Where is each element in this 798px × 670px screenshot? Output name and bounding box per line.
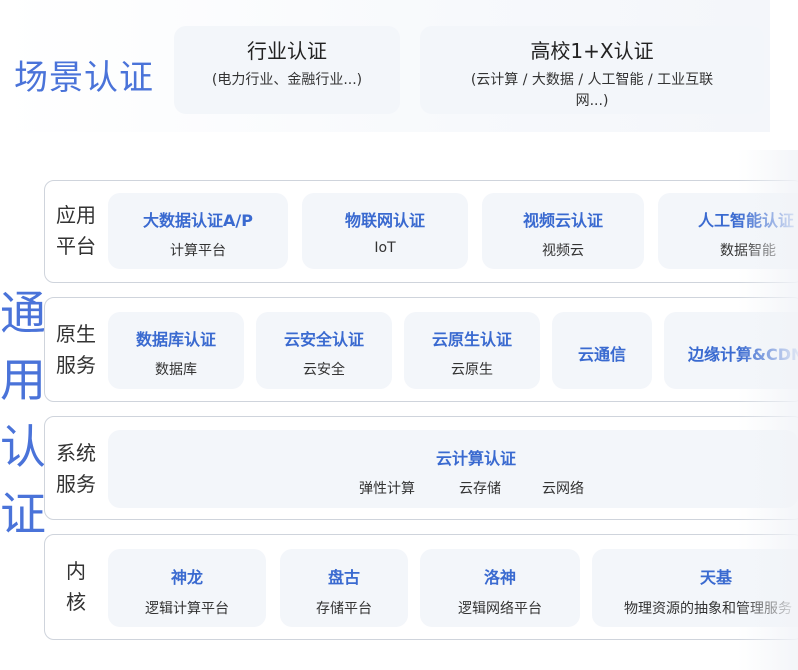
cloud-storage-label: 云存储 xyxy=(459,481,501,497)
row-label-line: 应用 xyxy=(56,203,96,227)
database-certification-card[interactable]: 数据库认证 数据库 xyxy=(108,312,244,389)
general-certification-char: 证 xyxy=(0,487,46,541)
cloud-network-label: 云网络 xyxy=(542,481,584,497)
card-title: 洛神 xyxy=(483,568,516,587)
university-1x-certification-title: 高校1+X认证 xyxy=(530,39,654,63)
card-title: 数据库认证 xyxy=(135,330,216,349)
general-certification-char: 用 xyxy=(0,353,46,407)
industry-certification-desc: (电力行业、金融行业...) xyxy=(211,72,363,88)
row-label-application-platform: 应用 平台 xyxy=(50,200,102,262)
row-label-line: 服务 xyxy=(56,353,96,377)
card-title: 物联网认证 xyxy=(344,211,425,230)
row-label-line: 服务 xyxy=(56,472,96,496)
card-subtitle: 计算平台 xyxy=(170,243,226,259)
video-cloud-certification-card[interactable]: 视频云认证 视频云 xyxy=(482,193,644,269)
scene-certification-title: 场景认证 xyxy=(14,58,154,98)
card-title: 云计算认证 xyxy=(435,449,516,468)
row-label-line: 平台 xyxy=(56,234,96,258)
card-subtitle: 云原生 xyxy=(451,362,493,378)
card-title: 云原生认证 xyxy=(431,330,512,349)
card-subtitle: 视频云 xyxy=(542,243,584,259)
row-label-line: 原生 xyxy=(56,322,96,346)
elastic-computing-label: 弹性计算 xyxy=(359,481,415,497)
row-label-line: 系统 xyxy=(56,441,96,465)
luoshen-card[interactable]: 洛神 逻辑网络平台 xyxy=(420,549,580,627)
card-subtitle: 存储平台 xyxy=(316,601,372,617)
card-subtitle: 逻辑网络平台 xyxy=(458,601,542,617)
general-certification-char: 认 xyxy=(0,420,46,474)
bigdata-certification-card[interactable]: 大数据认证A/P 计算平台 xyxy=(108,193,288,269)
industry-certification-card[interactable]: 行业认证 (电力行业、金融行业...) xyxy=(174,26,400,114)
card-subtitle: IoT xyxy=(374,240,396,256)
industry-certification-title: 行业认证 xyxy=(247,39,327,63)
row-label-line: 内 xyxy=(66,559,86,583)
shenlong-card[interactable]: 神龙 逻辑计算平台 xyxy=(108,549,266,627)
card-title: 视频云认证 xyxy=(522,211,603,230)
card-subtitle: 逻辑计算平台 xyxy=(145,601,229,617)
card-title: 大数据认证A/P xyxy=(143,211,253,230)
cloud-native-certification-card[interactable]: 云原生认证 云原生 xyxy=(404,312,540,389)
general-certification-char: 通 xyxy=(0,286,46,340)
right-edge-fade xyxy=(738,150,798,670)
university-1x-certification-card[interactable]: 高校1+X认证 (云计算 / 大数据 / 人工智能 / 工业互联网...) xyxy=(420,26,764,114)
card-title: 盘古 xyxy=(327,568,360,587)
card-subtitle: 数据库 xyxy=(155,362,197,378)
cloud-communication-card[interactable]: 云通信 xyxy=(552,312,652,389)
cloud-security-certification-card[interactable]: 云安全认证 云安全 xyxy=(256,312,392,389)
pangu-card[interactable]: 盘古 存储平台 xyxy=(280,549,408,627)
iot-certification-card[interactable]: 物联网认证 IoT xyxy=(302,193,468,269)
cloud-computing-certification-card[interactable]: 云计算认证 弹性计算 云存储 云网络 xyxy=(108,430,798,508)
row-label-system-services: 系统 服务 xyxy=(50,438,102,500)
card-title: 云安全认证 xyxy=(283,330,364,349)
card-title: 神龙 xyxy=(170,568,203,587)
row-label-native-services: 原生 服务 xyxy=(50,319,102,381)
card-subtitle: 云安全 xyxy=(303,362,345,378)
row-label-line: 核 xyxy=(66,590,86,614)
row-label-kernel: 内 核 xyxy=(50,556,102,618)
university-1x-certification-desc: (云计算 / 大数据 / 人工智能 / 工业互联网...) xyxy=(470,72,714,109)
card-title: 云通信 xyxy=(577,345,626,364)
